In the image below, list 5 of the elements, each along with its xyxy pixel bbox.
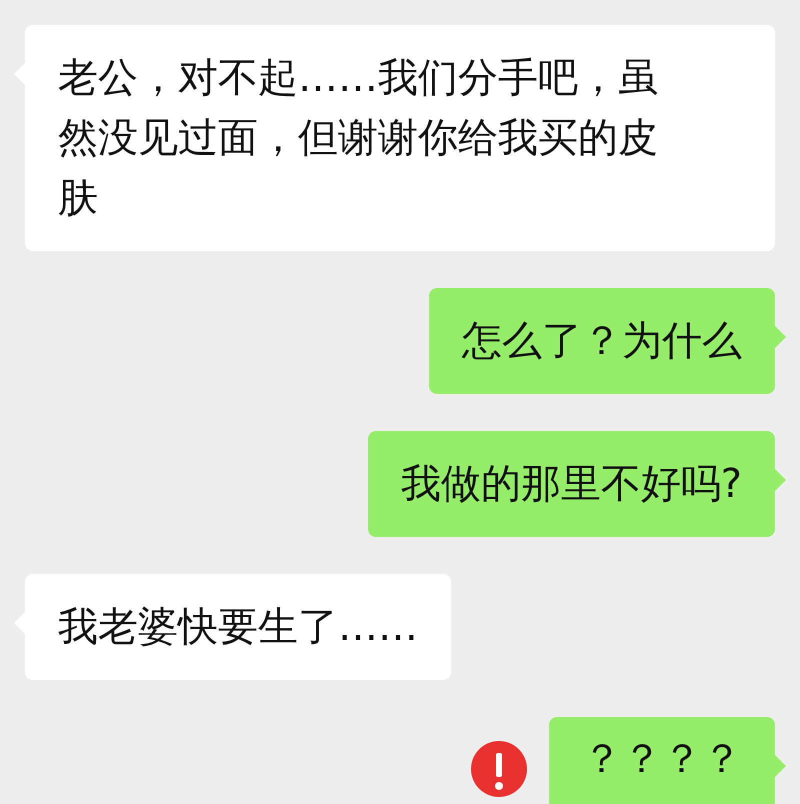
message-bubble: 怎么了？为什么	[429, 288, 775, 394]
message-bubble: 我老婆快要生了……	[25, 574, 451, 680]
message-bubble: ？？？？	[549, 717, 775, 804]
message-bubble: 我做的那里不好吗?	[368, 431, 775, 537]
message-bubble: 老公，对不起……我们分手吧，虽然没见过面，但谢谢你给我买的皮肤	[25, 25, 775, 251]
